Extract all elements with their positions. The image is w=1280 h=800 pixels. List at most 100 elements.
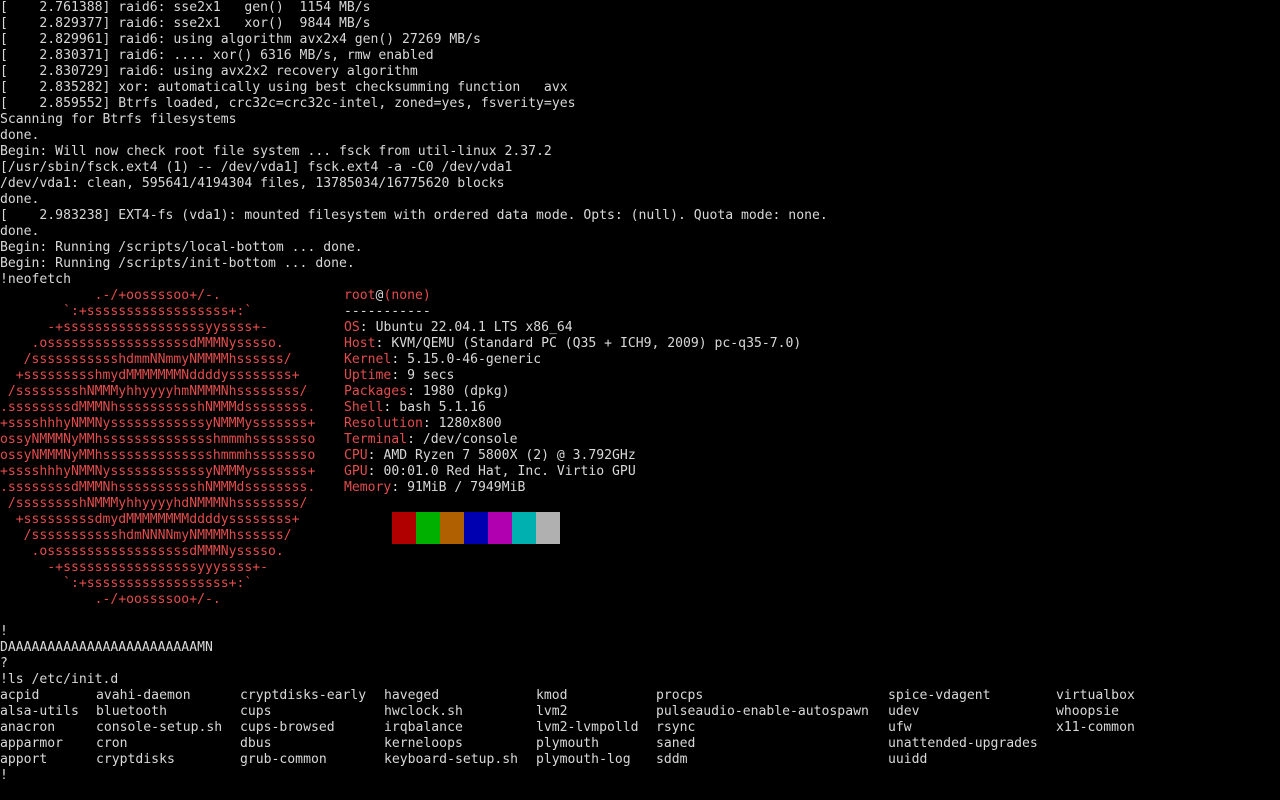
ls-entry: acpid — [0, 688, 40, 703]
boot-log-line: [ 2.835282] xor: automatically using bes… — [0, 80, 568, 95]
info-row: CPU: AMD Ryzen 7 5800X (2) @ 3.792GHz — [344, 448, 636, 464]
boot-log-line: Begin: Running /scripts/init-bottom ... … — [0, 256, 355, 271]
info-key: Resolution — [344, 416, 423, 431]
ls-entry: hwclock.sh — [384, 704, 463, 719]
info-key: Host — [344, 336, 376, 351]
ls-entry: bluetooth — [96, 704, 167, 719]
color-swatch — [488, 512, 512, 544]
ls-entry: plymouth-log — [536, 752, 631, 767]
boot-log-line: [ 2.830729] raid6: using avx2x2 recovery… — [0, 64, 418, 79]
info-row: Resolution: 1280x800 — [344, 416, 502, 432]
ls-entry: spice-vdagent — [888, 688, 991, 703]
ls-entry: haveged — [384, 688, 440, 703]
info-colon: : — [367, 464, 384, 479]
color-palette — [368, 512, 560, 544]
output-line: DAAAAAAAAAAAAAAAAAAAAAAAAMN — [0, 640, 213, 655]
shell-prompt[interactable]: ! — [0, 768, 8, 784]
info-value: 91MiB / 7949MiB — [407, 480, 526, 495]
boot-log-line: [ 2.829961] raid6: using algorithm avx2x… — [0, 32, 481, 47]
logo-line: .ssssssssdMMMNhsssssssssshNMMMdssssssss. — [0, 400, 316, 415]
info-value: KVM/QEMU (Standard PC (Q35 + ICH9, 2009)… — [391, 336, 802, 351]
logo-line: -+sssssssssssssssssyyyssss+- — [0, 560, 269, 575]
logo-line: +sssshhhyNMMNyssssssssssssyNMMMysssssss+ — [0, 416, 316, 431]
color-swatch — [392, 512, 416, 544]
boot-log-line: done. — [0, 192, 40, 207]
ls-entry: alsa-utils — [0, 704, 79, 719]
info-colon: : — [407, 432, 423, 447]
info-title: root@(none) — [344, 288, 431, 304]
color-swatch — [368, 512, 392, 544]
ls-entry: cups-browsed — [240, 720, 335, 735]
info-row: Memory: 91MiB / 7949MiB — [344, 480, 525, 496]
ls-entry: lvm2-lvmpolld — [536, 720, 639, 735]
info-separator: ----------- — [344, 304, 431, 319]
boot-log-line: !neofetch — [0, 272, 71, 287]
color-swatch — [440, 512, 464, 544]
info-colon: : — [383, 400, 400, 415]
info-value: 9 secs — [407, 368, 455, 383]
ls-entry: kmod — [536, 688, 568, 703]
info-value: /dev/console — [422, 432, 518, 447]
boot-log-line: Begin: Running /scripts/local-bottom ...… — [0, 240, 363, 255]
info-value: Ubuntu 22.04.1 LTS x86_64 — [375, 320, 573, 335]
console-screen[interactable]: [ 2.761388] raid6: sse2x1 gen() 1154 MB/… — [0, 0, 1280, 800]
info-value: 00:01.0 Red Hat, Inc. Virtio GPU — [383, 464, 636, 479]
color-swatch — [536, 512, 560, 544]
boot-log-line: done. — [0, 224, 40, 239]
logo-line: +sssshhhyNMMNyssssssssssssyNMMMysssssss+ — [0, 464, 316, 479]
ls-entry: plymouth — [536, 736, 600, 751]
ls-entry: kerneloops — [384, 736, 463, 751]
ls-entry: pulseaudio-enable-autospawn — [656, 704, 869, 719]
logo-line: .-/+oossssoo+/-. — [0, 288, 221, 303]
info-row: Host: KVM/QEMU (Standard PC (Q35 + ICH9,… — [344, 336, 801, 352]
logo-line: /ssssssssssshdmmNNmmyNMMMMhssssss/ — [0, 352, 292, 367]
info-value: 1280x800 — [438, 416, 502, 431]
ls-entry: apport — [0, 752, 48, 767]
ls-entry: rsync — [656, 720, 696, 735]
info-row: Shell: bash 5.1.16 — [344, 400, 486, 416]
info-row: Uptime: 9 secs — [344, 368, 454, 384]
ls-entry: sddm — [656, 752, 688, 767]
info-key: Shell — [344, 400, 384, 415]
output-line: ! — [0, 624, 8, 639]
info-row: Kernel: 5.15.0-46-generic — [344, 352, 541, 368]
info-key: CPU — [344, 448, 368, 463]
boot-log-line: [ 2.983238] EXT4-fs (vda1): mounted file… — [0, 208, 828, 223]
ls-entry: ufw — [888, 720, 912, 735]
ls-entry: console-setup.sh — [96, 720, 223, 735]
info-colon: : — [391, 352, 408, 367]
info-key: Terminal — [344, 432, 408, 447]
info-value: 5.15.0-46-generic — [407, 352, 542, 367]
logo-line: +ssssssssshmydMMMMMMMNddddyssssssss+ — [0, 368, 300, 383]
info-colon: : — [375, 336, 392, 351]
logo-line: -+ssssssssssssssssssyyssss+- — [0, 320, 269, 335]
ls-entry: lvm2 — [536, 704, 568, 719]
ls-entry: udev — [888, 704, 920, 719]
color-swatch — [416, 512, 440, 544]
color-swatch — [512, 512, 536, 544]
info-colon: : — [407, 384, 423, 399]
ls-entry: anacron — [0, 720, 56, 735]
ls-entry: cryptdisks — [96, 752, 175, 767]
ls-entry: unattended-upgrades — [888, 736, 1038, 751]
ls-entry: saned — [656, 736, 696, 751]
output-line: !ls /etc/init.d — [0, 672, 119, 687]
host-name: (none) — [383, 288, 431, 303]
logo-line: `:+ssssssssssssssssss+:` — [0, 304, 253, 319]
logo-line: .ossssssssssssssssssdMMMNysssso. — [0, 336, 284, 351]
ls-entry: dbus — [240, 736, 272, 751]
boot-log-line: Begin: Will now check root file system .… — [0, 144, 552, 159]
info-colon: : — [367, 448, 384, 463]
info-row: Packages: 1980 (dpkg) — [344, 384, 510, 400]
logo-line: ossyNMMMNyMMhsssssssssssssshmmmhssssssso — [0, 448, 316, 463]
info-key: Memory — [344, 480, 392, 495]
ls-entry: cups — [240, 704, 272, 719]
ls-entry: procps — [656, 688, 704, 703]
info-row: Terminal: /dev/console — [344, 432, 517, 448]
boot-log-line: Scanning for Btrfs filesystems — [0, 112, 237, 127]
info-key: Uptime — [344, 368, 392, 383]
ls-entry: uuidd — [888, 752, 928, 767]
info-value: AMD Ryzen 7 5800X (2) @ 3.792GHz — [383, 448, 636, 463]
ls-entry: grub-common — [240, 752, 327, 767]
info-colon: : — [391, 480, 408, 495]
